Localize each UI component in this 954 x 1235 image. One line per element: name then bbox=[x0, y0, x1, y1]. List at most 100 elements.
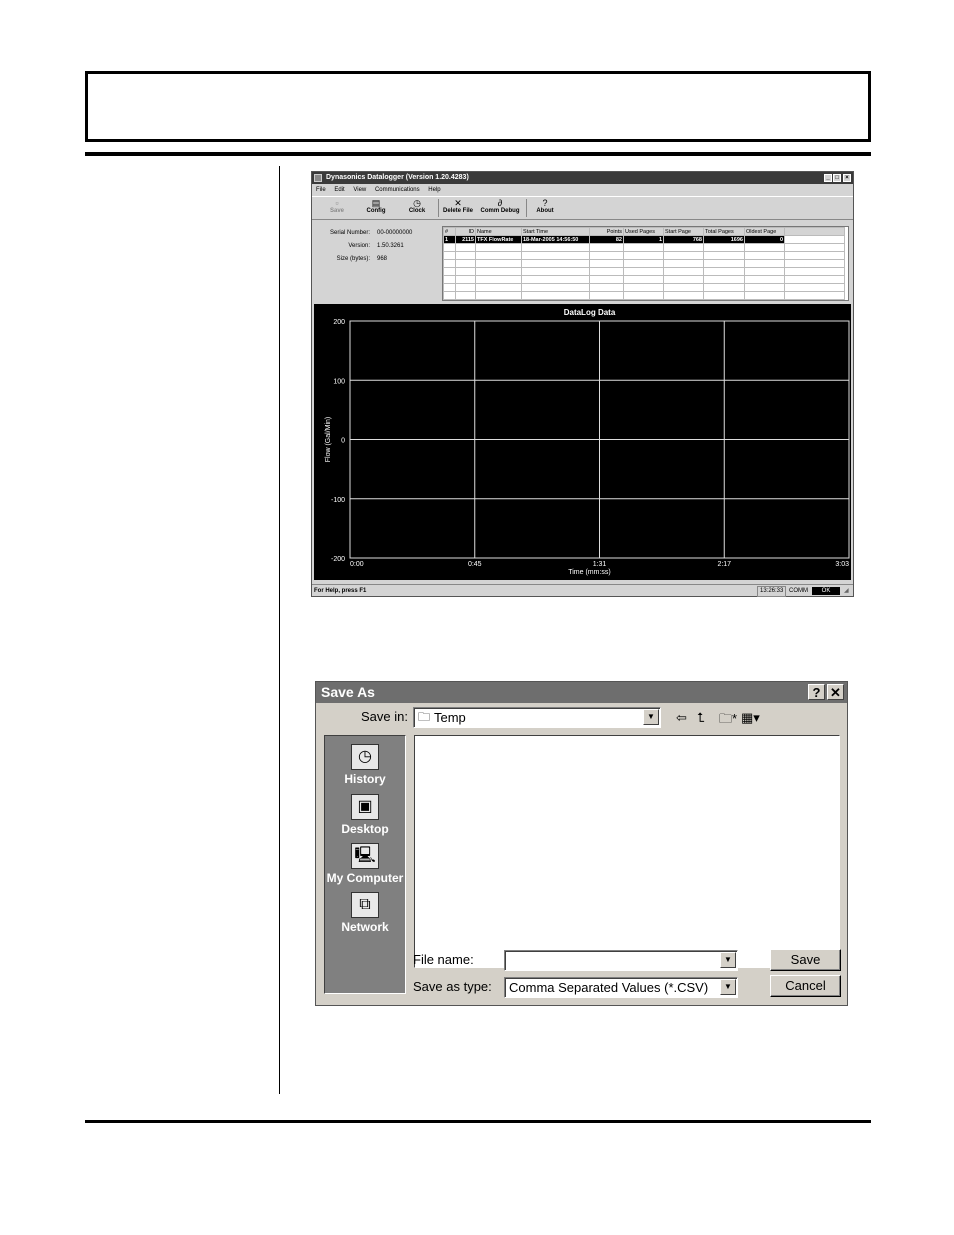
status-comm: COMM bbox=[789, 588, 808, 594]
close-button[interactable]: ✕ bbox=[827, 684, 844, 700]
datalogger-window: Dynasonics Datalogger (Version 1.20.4283… bbox=[311, 171, 854, 597]
table-header[interactable]: Start Page bbox=[663, 227, 704, 236]
back-icon[interactable]: ⇦ bbox=[676, 710, 687, 726]
clock-icon: ◷ bbox=[413, 198, 421, 208]
delete-file-button[interactable]: ✕ Delete File bbox=[440, 198, 476, 214]
table-header[interactable]: Start Time bbox=[521, 227, 590, 236]
place-my-computer-label: My Computer bbox=[326, 871, 404, 885]
maximize-icon[interactable]: □ bbox=[833, 174, 841, 182]
menu-bar: File Edit View Communications Help bbox=[312, 185, 853, 195]
version-value: 1.50.3261 bbox=[377, 243, 404, 249]
clock-button[interactable]: ◷ Clock bbox=[406, 198, 428, 214]
table-cell: 18-Mar-2005 14:56:50 bbox=[521, 235, 590, 244]
table-header-blank bbox=[784, 227, 845, 236]
save-button[interactable]: Save bbox=[770, 949, 841, 971]
about-button[interactable]: ? About bbox=[532, 198, 558, 214]
table-row bbox=[443, 275, 845, 284]
table-cell: 0 bbox=[744, 235, 785, 244]
resize-grip-icon[interactable]: ◢ bbox=[844, 585, 849, 597]
datalogger-title: Dynasonics Datalogger (Version 1.20.4283… bbox=[326, 174, 469, 181]
menu-view[interactable]: View bbox=[353, 187, 366, 193]
save-as-type-select[interactable]: Comma Separated Values (*.CSV) ▼ bbox=[504, 977, 738, 998]
size-label: Size (bytes): bbox=[336, 256, 370, 262]
header-box bbox=[85, 71, 871, 142]
help-button[interactable]: ? bbox=[808, 684, 825, 700]
menu-file[interactable]: File bbox=[316, 187, 326, 193]
config-button[interactable]: ▤ Config bbox=[364, 198, 388, 214]
table-row[interactable]: 1 2115 TFX FlowRate 18-Mar-2005 14:56:50… bbox=[443, 235, 845, 244]
folder-icon: 🗀 bbox=[418, 710, 431, 724]
table-cell: TFX FlowRate bbox=[475, 235, 522, 244]
save-in-combo[interactable]: 🗀 Temp ▼ bbox=[413, 707, 661, 728]
table-header[interactable]: Name bbox=[475, 227, 522, 236]
top-rule bbox=[85, 152, 871, 156]
x-tick-label: 3:03 bbox=[835, 561, 849, 568]
table-header[interactable]: # bbox=[443, 227, 456, 236]
datalog-chart: 200 100 0 -100 -200 0:00 0:45 1:31 2:17 3:03 DataL… bbox=[314, 304, 851, 580]
x-axis-label: Time (mm:ss) bbox=[568, 569, 611, 576]
place-my-computer[interactable]: 🖳 My Computer bbox=[325, 843, 405, 885]
y-tick-label: -200 bbox=[331, 556, 345, 563]
minimize-icon[interactable]: _ bbox=[824, 174, 832, 182]
menu-edit[interactable]: Edit bbox=[334, 187, 344, 193]
up-folder-icon[interactable]: ⮤ bbox=[697, 710, 705, 726]
config-icon: ▤ bbox=[371, 198, 381, 208]
place-network[interactable]: ⧉ Network bbox=[325, 892, 405, 934]
table-cell: 1696 bbox=[703, 235, 745, 244]
delete-icon: ✕ bbox=[454, 198, 462, 208]
save-as-type-label: Save as type: bbox=[413, 979, 492, 994]
y-tick-label: 100 bbox=[333, 378, 345, 385]
comm-debug-button[interactable]: ∂ Comm Debug bbox=[478, 198, 522, 214]
y-axis-label: Flow (Gal/Min) bbox=[325, 417, 332, 463]
margin-rule bbox=[279, 166, 280, 1094]
save-as-type-value: Comma Separated Values (*.CSV) bbox=[509, 980, 709, 995]
x-tick-label: 2:17 bbox=[717, 561, 731, 568]
toolbar-separator bbox=[526, 199, 527, 217]
x-tick-label: 0:45 bbox=[468, 561, 482, 568]
chart-svg: 200 100 0 -100 -200 0:00 0:45 1:31 2:17 3:03 DataL… bbox=[325, 308, 850, 576]
table-cell: 1 bbox=[623, 235, 664, 244]
save-in-label: Save in: bbox=[361, 709, 408, 724]
chevron-down-icon[interactable]: ▼ bbox=[643, 709, 659, 725]
table-row bbox=[443, 267, 845, 276]
status-ok-badge: OK bbox=[812, 587, 840, 595]
place-network-label: Network bbox=[341, 920, 389, 934]
network-icon: ⧉ bbox=[351, 892, 379, 918]
table-cell: 768 bbox=[663, 235, 704, 244]
serial-value: 00-00000000 bbox=[377, 230, 413, 236]
save-button[interactable]: ▫ Save bbox=[326, 198, 348, 214]
chevron-down-icon[interactable]: ▼ bbox=[720, 979, 736, 995]
table-header-row: # ID Name Start Time Points Used Pages S… bbox=[443, 227, 845, 236]
log-table: # ID Name Start Time Points Used Pages S… bbox=[442, 226, 849, 301]
datalogger-titlebar: Dynasonics Datalogger (Version 1.20.4283… bbox=[312, 172, 853, 184]
config-label: Config bbox=[366, 208, 386, 214]
about-label: About bbox=[536, 208, 554, 214]
serial-label: Serial Number: bbox=[329, 230, 370, 236]
file-name-field[interactable]: ▼ bbox=[504, 950, 738, 971]
view-menu-icon[interactable]: ▦▾ bbox=[741, 710, 760, 726]
cancel-button[interactable]: Cancel bbox=[770, 975, 841, 997]
desktop-icon: ▣ bbox=[351, 794, 379, 820]
table-header[interactable]: Total Pages bbox=[703, 227, 745, 236]
file-list[interactable] bbox=[414, 735, 840, 968]
table-cell: 82 bbox=[589, 235, 624, 244]
menu-help[interactable]: Help bbox=[428, 187, 440, 193]
place-history[interactable]: ◷ History bbox=[325, 744, 405, 786]
place-history-label: History bbox=[344, 772, 386, 786]
table-header[interactable]: Used Pages bbox=[623, 227, 664, 236]
chart-title: DataLog Data bbox=[564, 308, 616, 317]
menu-communications[interactable]: Communications bbox=[375, 187, 420, 193]
table-header[interactable]: ID bbox=[455, 227, 476, 236]
comm-debug-label: Comm Debug bbox=[480, 208, 520, 214]
delete-file-label: Delete File bbox=[442, 208, 473, 214]
save-in-value: Temp bbox=[434, 710, 466, 725]
y-tick-label: 200 bbox=[333, 319, 345, 326]
close-icon[interactable]: × bbox=[843, 174, 851, 182]
chevron-down-icon[interactable]: ▼ bbox=[720, 952, 736, 968]
new-folder-icon[interactable]: 🗀* bbox=[719, 710, 737, 732]
table-row bbox=[443, 283, 845, 292]
table-header[interactable]: Points bbox=[589, 227, 624, 236]
table-header[interactable]: Oldest Page bbox=[744, 227, 785, 236]
place-desktop[interactable]: ▣ Desktop bbox=[325, 794, 405, 836]
computer-icon: 🖳 bbox=[351, 843, 379, 869]
